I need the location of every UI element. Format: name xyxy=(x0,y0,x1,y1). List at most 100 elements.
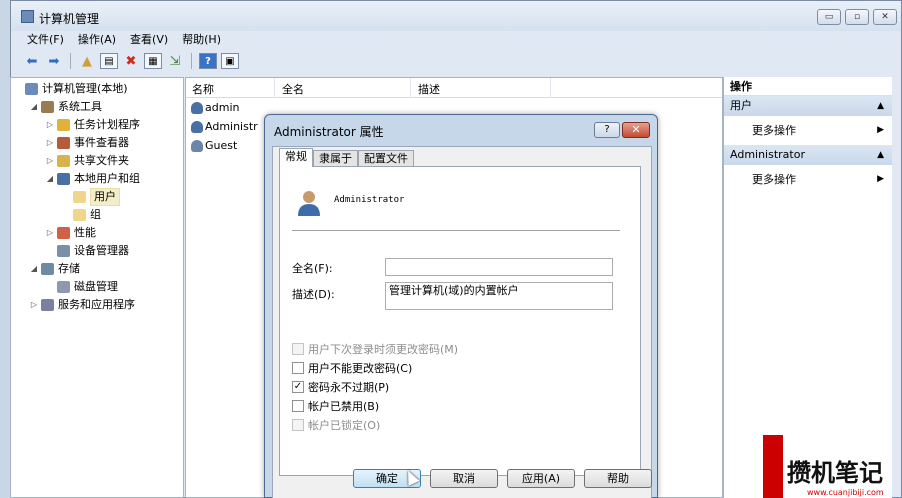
apply-button[interactable]: 应用(A) xyxy=(507,469,575,488)
console-icon[interactable]: ▣ xyxy=(221,53,239,69)
tree-node[interactable]: 组 xyxy=(11,206,183,224)
tab-profile[interactable]: 配置文件 xyxy=(358,150,414,167)
tree-node-label: 组 xyxy=(90,208,101,221)
collapse-icon[interactable]: ▲ xyxy=(877,145,884,165)
checkbox xyxy=(292,342,304,355)
tree-node-label: 事件查看器 xyxy=(74,136,129,149)
expand-toggle-icon[interactable]: ◢ xyxy=(45,170,55,188)
tree-node-label: 共享文件夹 xyxy=(74,154,129,167)
tab-general[interactable]: 常规 xyxy=(279,148,313,167)
dialog-buttons: 确定 取消 应用(A) 帮助 xyxy=(353,469,652,488)
tree-node-label: 系统工具 xyxy=(58,100,102,113)
tree-node[interactable]: ◢ 系统工具 xyxy=(11,98,183,116)
checkbox-row[interactable]: ✓ 密码永不过期(P) xyxy=(292,379,389,394)
dialog-close-button[interactable]: ✕ xyxy=(622,122,650,138)
minimize-button[interactable]: ▭ xyxy=(817,9,841,25)
checkbox-row[interactable]: 帐户已禁用(B) xyxy=(292,398,379,413)
computer-management-icon xyxy=(21,10,34,23)
dialog-body: 常规 隶属于 配置文件 Administrator 全名(F): 描述(D): … xyxy=(272,146,652,498)
expand-toggle-icon[interactable]: ◢ xyxy=(29,98,39,116)
expand-toggle-icon[interactable]: ▷ xyxy=(45,134,55,152)
checkbox xyxy=(292,418,304,431)
more-actions-administrator[interactable]: 更多操作 ▶ xyxy=(724,165,892,194)
console-tree: 计算机管理(本地) ◢ 系统工具 ▷ 任务计划程序 ▷ 事件查看器 ▷ 共享文件夹 ◢ 本地用户和组… xyxy=(10,77,184,498)
help-button[interactable]: 帮助 xyxy=(584,469,652,488)
administrator-properties-dialog: Administrator 属性 ? ✕ 常规 隶属于 配置文件 Adminis… xyxy=(264,114,658,498)
tree-node[interactable]: 磁盘管理 xyxy=(11,278,183,296)
folder-icon xyxy=(73,191,86,203)
tree-node-label: 存储 xyxy=(58,262,80,275)
delete-icon[interactable]: ✖ xyxy=(122,52,140,70)
shared-folder-icon xyxy=(57,155,70,167)
properties-icon[interactable]: ▦ xyxy=(144,53,162,69)
expand-toggle-icon[interactable]: ▷ xyxy=(29,296,39,314)
tree-node[interactable]: 设备管理器 xyxy=(11,242,183,260)
username-label: Administrator xyxy=(334,195,405,205)
menu-view[interactable]: 查看(V) xyxy=(130,31,168,49)
menu-action[interactable]: 操作(A) xyxy=(78,31,116,49)
general-tab-page: Administrator 全名(F): 描述(D): 管理计算机(域)的内置帐… xyxy=(279,166,641,476)
expand-toggle-icon[interactable]: ▷ xyxy=(45,224,55,242)
checkbox[interactable] xyxy=(292,361,304,374)
help-icon[interactable]: ? xyxy=(199,53,217,69)
tree-node-label: 计算机管理(本地) xyxy=(42,82,128,95)
submenu-arrow-icon: ▶ xyxy=(877,125,884,135)
checkbox[interactable] xyxy=(292,399,304,412)
dialog-help-button[interactable]: ? xyxy=(594,122,620,138)
tree-node[interactable]: ◢ 本地用户和组 xyxy=(11,170,183,188)
close-button[interactable]: ✕ xyxy=(873,9,897,25)
checkbox-row: 用户下次登录时须更改密码(M) xyxy=(292,341,458,356)
watermark-text: 攒机笔记 xyxy=(787,459,883,487)
user-icon xyxy=(191,102,203,114)
up-icon[interactable]: ▲ xyxy=(78,52,96,70)
column-description[interactable]: 描述 xyxy=(418,81,440,97)
menu-help[interactable]: 帮助(H) xyxy=(182,31,221,49)
tree-node[interactable]: ▷ 共享文件夹 xyxy=(11,152,183,170)
clock-icon xyxy=(57,119,70,131)
tools-icon xyxy=(41,101,54,113)
folder-icon xyxy=(73,209,86,221)
description-field[interactable]: 管理计算机(域)的内置帐户 xyxy=(385,282,613,310)
actions-section-administrator[interactable]: Administrator ▲ xyxy=(724,145,892,165)
tree-node[interactable]: ▷ 性能 xyxy=(11,224,183,242)
tree-node[interactable]: 用户 xyxy=(11,188,183,206)
tree-node-label: 任务计划程序 xyxy=(74,118,140,131)
event-viewer-icon xyxy=(57,137,70,149)
show-hide-tree-icon[interactable]: ▤ xyxy=(100,53,118,69)
device-manager-icon xyxy=(57,245,70,257)
actions-section-users[interactable]: 用户 ▲ xyxy=(724,96,892,116)
back-icon[interactable]: ⬅ xyxy=(23,52,41,70)
tree-node[interactable]: ◢ 存储 xyxy=(11,260,183,278)
submenu-arrow-icon: ▶ xyxy=(877,174,884,184)
storage-icon xyxy=(41,263,54,275)
checkbox[interactable]: ✓ xyxy=(292,380,304,393)
services-icon xyxy=(41,299,54,311)
tree-node-label: 用户 xyxy=(90,188,120,206)
collapse-icon[interactable]: ▲ xyxy=(877,96,884,116)
tree-node[interactable]: ▷ 任务计划程序 xyxy=(11,116,183,134)
maximize-button[interactable]: ▫ xyxy=(845,9,869,25)
checkbox-row: 帐户已锁定(O) xyxy=(292,417,380,432)
forward-icon[interactable]: ➡ xyxy=(45,52,63,70)
divider xyxy=(292,230,620,231)
menu-file[interactable]: 文件(F) xyxy=(27,31,64,49)
tree-node[interactable]: ▷ 事件查看器 xyxy=(11,134,183,152)
cancel-button[interactable]: 取消 xyxy=(430,469,498,488)
checkbox-row[interactable]: 用户不能更改密码(C) xyxy=(292,360,412,375)
actions-title: 操作 xyxy=(724,77,892,96)
watermark: 攒机笔记 www.cuanjibiji.com xyxy=(763,435,902,498)
export-icon[interactable]: ⇲ xyxy=(166,52,184,70)
tree-node-label: 服务和应用程序 xyxy=(58,298,135,311)
column-fullname[interactable]: 全名 xyxy=(282,81,304,97)
checkbox-label: 密码永不过期(P) xyxy=(308,380,390,394)
expand-toggle-icon[interactable]: ▷ xyxy=(45,116,55,134)
expand-toggle-icon[interactable]: ▷ xyxy=(45,152,55,170)
checkbox-label: 用户下次登录时须更改密码(M) xyxy=(308,342,459,356)
expand-toggle-icon[interactable]: ◢ xyxy=(29,260,39,278)
more-actions-users[interactable]: 更多操作 ▶ xyxy=(724,116,892,145)
tree-node[interactable]: ▷ 服务和应用程序 xyxy=(11,296,183,314)
fullname-field[interactable] xyxy=(385,258,613,276)
tab-member-of[interactable]: 隶属于 xyxy=(313,150,358,167)
tree-node[interactable]: 计算机管理(本地) xyxy=(11,80,183,98)
column-name[interactable]: 名称 xyxy=(192,81,214,97)
